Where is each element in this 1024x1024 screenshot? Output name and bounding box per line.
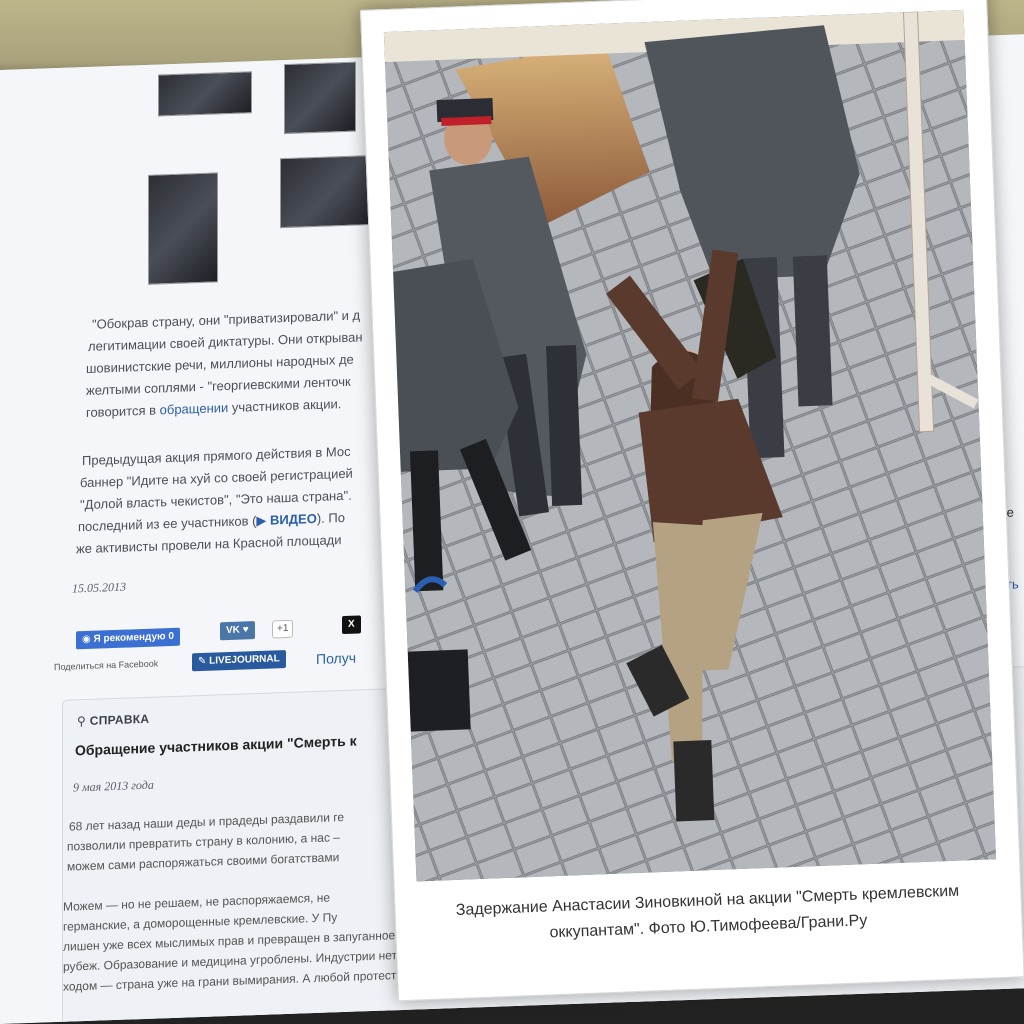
- gallery-thumbnail[interactable]: [158, 71, 252, 117]
- heart-icon: ♥: [242, 624, 249, 636]
- livejournal-share-button[interactable]: ✎ LIVEJOURNAL: [192, 650, 286, 672]
- gallery-thumbnail[interactable]: [148, 172, 218, 285]
- dark-bag: [407, 649, 471, 732]
- vk-share-count: +1: [272, 619, 294, 639]
- reference-date: 9 мая 2013 года: [73, 777, 154, 795]
- livejournal-icon: ✎: [198, 655, 207, 668]
- photo-caption: Задержание Анастасии Зиновкиной на акции…: [415, 877, 1001, 951]
- gallery-thumbnail[interactable]: [284, 61, 356, 135]
- reference-heading-label: СПРАВКА: [89, 711, 150, 728]
- facebook-share-caption: Поделиться на Facebook: [54, 658, 159, 673]
- search-icon: ⚲: [77, 713, 87, 729]
- quote-tail-suffix: участников акции.: [228, 396, 342, 416]
- previous-line4-suffix: ). По: [316, 509, 345, 526]
- quote-tail-prefix: говорится в: [86, 402, 160, 420]
- facebook-icon: ◉: [82, 633, 91, 646]
- facebook-recommend-button[interactable]: ◉ Я рекомендую 0: [76, 627, 180, 650]
- reference-heading: ⚲ СПРАВКА: [77, 712, 149, 729]
- vk-label: VK: [226, 624, 240, 637]
- previous-line4-prefix: последний из ее участников (: [78, 513, 257, 535]
- article-date: 15.05.2013: [72, 579, 126, 596]
- appeal-link[interactable]: обращении: [160, 400, 229, 417]
- video-link-label[interactable]: ВИДЕО: [270, 511, 317, 528]
- reference-title[interactable]: Обращение участников акции "Смерть к: [75, 733, 357, 759]
- get-link[interactable]: Получ: [316, 650, 356, 667]
- livejournal-label: LIVEJOURNAL: [209, 653, 280, 667]
- facebook-recommend-label: Я рекомендую 0: [93, 630, 174, 645]
- monitor-bezel: "Обокрав страну, они "приватизировали" и…: [0, 0, 1024, 1024]
- arrest-photo[interactable]: [383, 9, 997, 882]
- photo-lightbox: Задержание Анастасии Зиновкиной на акции…: [360, 0, 1024, 1002]
- video-link[interactable]: ▶ ВИДЕО: [256, 511, 316, 528]
- vk-share-button[interactable]: VK ♥: [220, 621, 255, 641]
- photo-illustration: [383, 9, 997, 882]
- x-share-button[interactable]: X: [342, 615, 361, 635]
